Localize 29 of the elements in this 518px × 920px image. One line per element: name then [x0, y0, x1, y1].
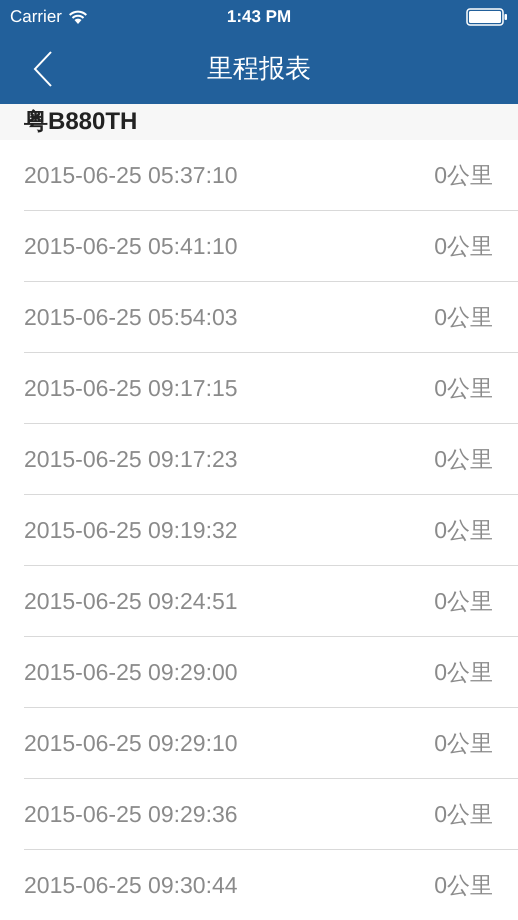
record-time: 2015-06-25 09:17:15	[24, 374, 238, 404]
record-distance: 0公里	[434, 800, 493, 830]
record-distance: 0公里	[434, 658, 493, 688]
section-title: 粤B880TH	[24, 107, 138, 137]
record-time: 2015-06-25 05:54:03	[24, 303, 238, 332]
status-time: 1:43 PM	[226, 6, 292, 28]
record-time: 2015-06-25 09:29:36	[24, 800, 238, 830]
record-time: 2015-06-25 05:37:10	[24, 161, 238, 190]
record-time: 2015-06-25 09:17:23	[24, 445, 238, 474]
battery-icon	[466, 8, 508, 26]
record-distance: 0公里	[434, 374, 493, 404]
record-distance: 0公里	[434, 587, 493, 616]
record-time: 2015-06-25 05:41:10	[24, 232, 238, 262]
record-distance: 0公里	[434, 729, 493, 758]
record-time: 2015-06-25 09:30:44	[24, 871, 238, 900]
record-distance: 0公里	[434, 871, 493, 900]
record-distance: 0公里	[434, 161, 493, 190]
record-distance: 0公里	[434, 303, 493, 332]
chevron-left-icon	[32, 50, 54, 88]
record-distance: 0公里	[434, 516, 493, 546]
wifi-icon	[68, 9, 88, 24]
page-title: 里程报表	[207, 52, 311, 85]
carrier-label: Carrier	[10, 6, 62, 28]
record-time: 2015-06-25 09:29:10	[24, 729, 238, 758]
record-distance: 0公里	[434, 232, 493, 262]
record-time: 2015-06-25 09:29:00	[24, 658, 238, 688]
record-time: 2015-06-25 09:24:51	[24, 587, 238, 616]
record-time: 2015-06-25 09:19:32	[24, 516, 238, 546]
record-distance: 0公里	[434, 445, 493, 474]
